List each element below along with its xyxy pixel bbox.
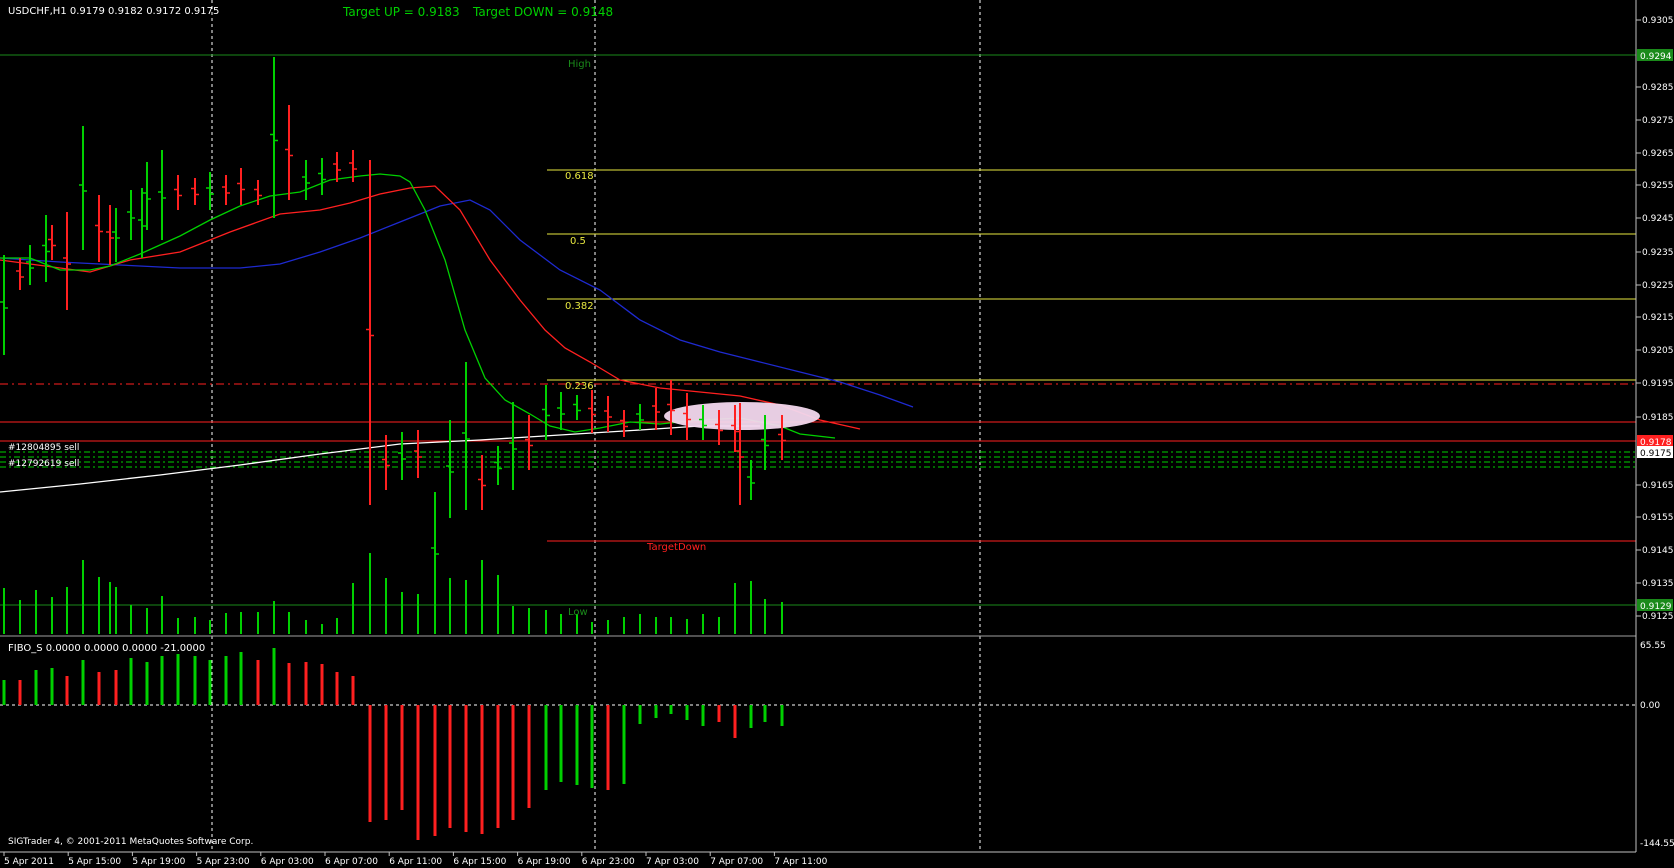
current-price-badge-text: 0.9175 <box>1640 449 1672 459</box>
time-tick-label: 5 Apr 2011 <box>4 857 54 867</box>
price-tick-label: 0.9275 <box>1642 116 1674 126</box>
time-tick-label: 7 Apr 07:00 <box>710 857 763 867</box>
indicator-scale-min: -144.55 <box>1640 839 1674 849</box>
time-tick-label: 5 Apr 19:00 <box>132 857 185 867</box>
fib-label-618: 0.618 <box>565 171 594 182</box>
price-tick-label: 0.9215 <box>1642 313 1674 323</box>
high-price-badge-text: 0.9294 <box>1640 52 1672 62</box>
time-tick-label: 6 Apr 19:00 <box>518 857 571 867</box>
price-tick-label: 0.9265 <box>1642 149 1674 159</box>
price-tick-label: 0.9245 <box>1642 214 1674 224</box>
indicator-scale-max: 65.55 <box>1640 641 1666 651</box>
time-tick-label: 7 Apr 11:00 <box>774 857 827 867</box>
high-level-label: High <box>568 59 591 70</box>
symbol-info: USDCHF,H1 0.9179 0.9182 0.9172 0.9175 <box>8 6 219 17</box>
time-tick-label: 6 Apr 15:00 <box>453 857 506 867</box>
indicator-title: FIBO_S 0.0000 0.0000 0.0000 -21.0000 <box>8 643 205 654</box>
time-tick-label: 6 Apr 11:00 <box>389 857 442 867</box>
time-tick-label: 5 Apr 23:00 <box>197 857 250 867</box>
price-tick-label: 0.9165 <box>1642 481 1674 491</box>
order-label-2[interactable]: #12792619 sell <box>8 459 79 469</box>
order-label-1[interactable]: #12804895 sell <box>8 443 79 453</box>
price-tick-label: 0.9285 <box>1642 83 1674 93</box>
target-up-label: Target UP = 0.9183 <box>342 5 460 19</box>
price-tick-label: 0.9205 <box>1642 346 1674 356</box>
copyright-text: SIGTrader 4, © 2001-2011 MetaQuotes Soft… <box>8 837 253 847</box>
target-down-level-label: TargetDown <box>646 542 706 553</box>
price-tick-label: 0.9305 <box>1642 16 1674 26</box>
time-tick-label: 7 Apr 03:00 <box>646 857 699 867</box>
price-tick-label: 0.9225 <box>1642 281 1674 291</box>
fib-label-500: 0.5 <box>570 236 586 247</box>
price-tick-label: 0.9145 <box>1642 546 1674 556</box>
trading-chart-window[interactable]: USDCHF,H1 0.9179 0.9182 0.9172 0.9175 Ta… <box>0 0 1674 868</box>
time-tick-label: 6 Apr 23:00 <box>582 857 635 867</box>
time-tick-label: 6 Apr 03:00 <box>261 857 314 867</box>
low-price-badge-text: 0.9129 <box>1640 602 1672 612</box>
price-tick-label: 0.9125 <box>1642 612 1674 622</box>
fib-label-382: 0.382 <box>565 301 594 312</box>
price-tick-label: 0.9185 <box>1642 413 1674 423</box>
fib-label-236: 0.236 <box>565 381 594 392</box>
time-tick-label: 5 Apr 15:00 <box>68 857 121 867</box>
price-tick-label: 0.9235 <box>1642 248 1674 258</box>
price-tick-label: 0.9195 <box>1642 379 1674 389</box>
indicator-scale-zero: 0.00 <box>1640 701 1660 711</box>
price-tick-label: 0.9255 <box>1642 181 1674 191</box>
target-down-label: Target DOWN = 0.9148 <box>472 5 613 19</box>
price-tick-label: 0.9155 <box>1642 513 1674 523</box>
time-tick-label: 6 Apr 07:00 <box>325 857 378 867</box>
low-level-label: Low <box>568 607 588 618</box>
chart-background <box>0 0 1674 868</box>
price-tick-label: 0.9135 <box>1642 579 1674 589</box>
